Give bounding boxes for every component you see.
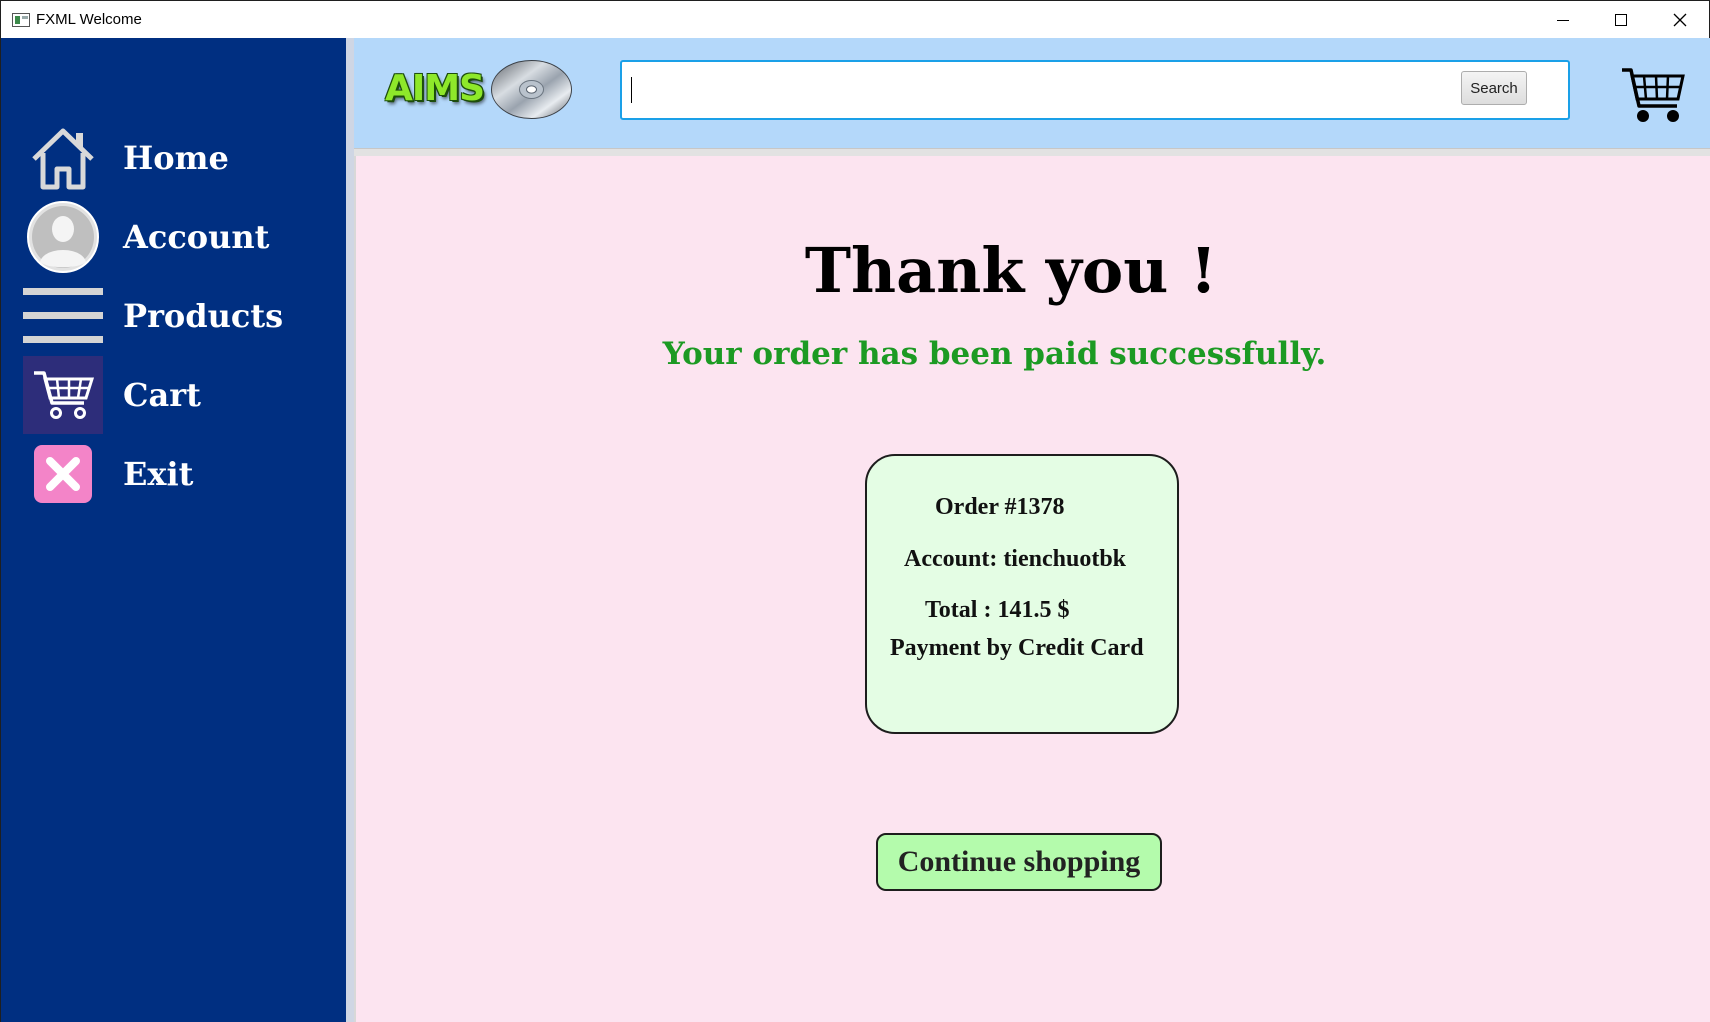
order-number: Order #1378 (935, 494, 1065, 520)
close-icon (23, 435, 103, 513)
window-title: FXML Welcome (36, 11, 142, 28)
maximize-icon (1615, 14, 1627, 26)
sidebar-item-label: Home (123, 139, 229, 177)
sidebar-item-label: Account (123, 218, 270, 256)
search-button[interactable]: Search (1461, 71, 1527, 105)
close-window-icon (1673, 13, 1687, 27)
search-input[interactable] (634, 70, 1374, 110)
main-panel: Thank you ! Your order has been paid suc… (354, 156, 1710, 1022)
order-payment-method: Payment by Credit Card (890, 635, 1144, 661)
text-caret (631, 77, 632, 103)
order-account: Account: tienchuotbk (904, 546, 1127, 572)
home-icon (23, 119, 103, 197)
search-field[interactable]: Search (620, 60, 1570, 120)
sidebar-item-label: Cart (123, 376, 201, 414)
menu-icon (23, 277, 103, 355)
maximize-button[interactable] (1592, 1, 1650, 39)
sidebar: Home Account Products Cart Exit (0, 38, 348, 1022)
page-title: Thank you ! (804, 234, 1218, 307)
window-titlebar: FXML Welcome (0, 0, 1710, 38)
sidebar-item-label: Exit (123, 455, 194, 493)
cart-icon[interactable] (1621, 66, 1685, 124)
sidebar-item-exit[interactable]: Exit (23, 435, 193, 513)
sidebar-item-home[interactable]: Home (23, 119, 229, 197)
order-summary-card: Order #1378 Account: tienchuotbk Total :… (865, 454, 1179, 734)
app-logo: AIMS (385, 68, 485, 109)
minimize-icon (1557, 19, 1569, 21)
sidebar-divider (346, 38, 354, 1022)
sidebar-item-account[interactable]: Account (23, 198, 269, 276)
close-window-button[interactable] (1651, 1, 1709, 39)
app-icon (12, 13, 30, 27)
sidebar-item-cart[interactable]: Cart (23, 356, 201, 434)
continue-shopping-button[interactable]: Continue shopping (876, 833, 1162, 891)
success-message: Your order has been paid successfully. (662, 336, 1327, 372)
sidebar-item-products[interactable]: Products (23, 277, 283, 355)
header-divider (354, 148, 1710, 156)
order-total: Total : 141.5 $ (925, 597, 1070, 623)
sidebar-item-label: Products (123, 297, 284, 335)
minimize-button[interactable] (1534, 1, 1592, 39)
user-icon (23, 198, 103, 276)
disc-icon (491, 60, 572, 119)
cart-icon (23, 356, 103, 434)
